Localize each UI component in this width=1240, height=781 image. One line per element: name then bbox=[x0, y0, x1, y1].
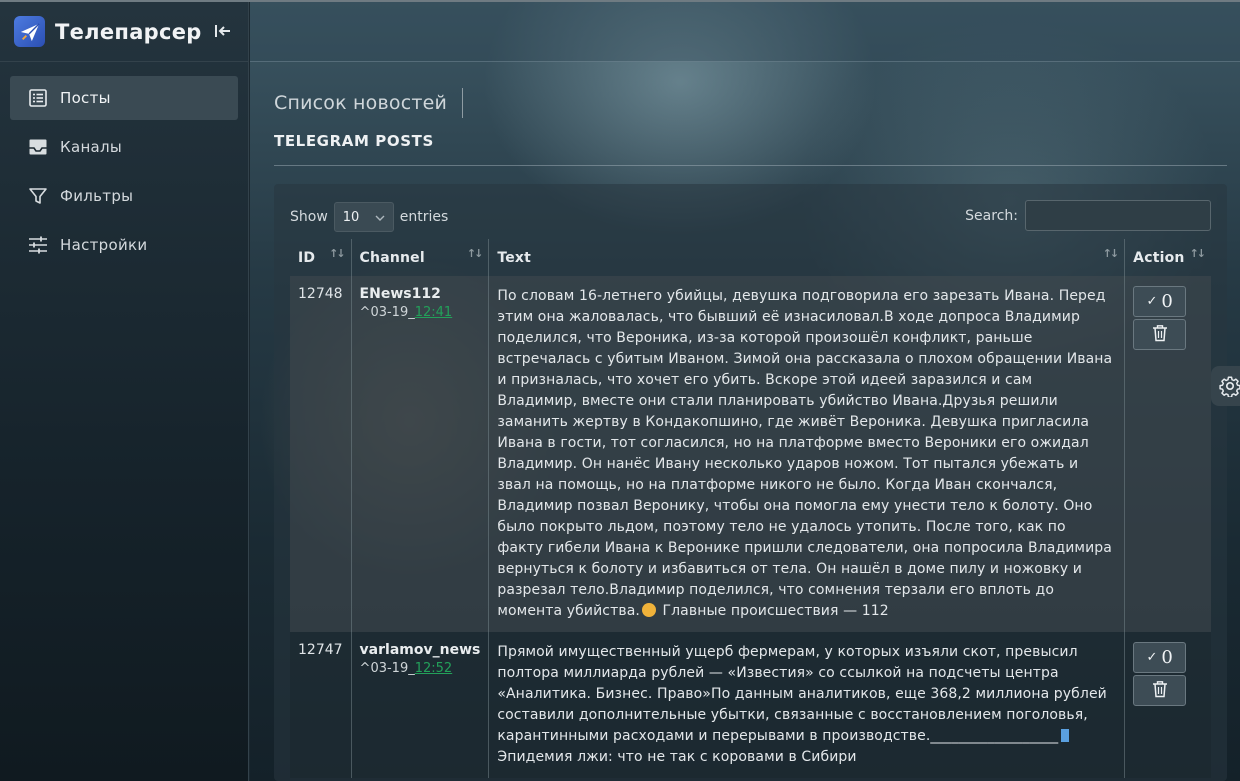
sidebar-item-posts[interactable]: Посты bbox=[10, 76, 238, 120]
top-border bbox=[0, 0, 1240, 2]
action-cell: ✓ 0 bbox=[1124, 632, 1211, 778]
post-text-cell: Прямой имущественный ущерб фермерам, у к… bbox=[488, 632, 1125, 778]
post-text: По словам 16-летнего убийцы, девушка под… bbox=[497, 288, 1113, 619]
sidebar: Телепарсер Посты Каналы Фильтры Настройк… bbox=[0, 2, 249, 781]
page-title: Список новостей bbox=[274, 92, 448, 114]
channel-name: varlamov_news bbox=[359, 642, 481, 658]
smiling-face-emoji-icon bbox=[641, 603, 656, 617]
post-date: ^03-19_12:41 bbox=[359, 305, 453, 320]
channel-cell: ENews112 ^03-19_12:41 bbox=[350, 276, 489, 632]
delete-button[interactable] bbox=[1133, 319, 1187, 350]
top-bar bbox=[250, 2, 1240, 62]
collapse-sidebar-icon[interactable] bbox=[212, 20, 234, 42]
post-date: ^03-19_12:52 bbox=[359, 661, 453, 676]
show-label: Show bbox=[290, 209, 328, 225]
search-label: Search: bbox=[965, 207, 1018, 224]
post-text-cell: По словам 16-летнего убийцы, девушка под… bbox=[488, 276, 1125, 632]
delete-button[interactable] bbox=[1133, 675, 1187, 706]
inbox-icon bbox=[27, 136, 49, 158]
column-header-channel[interactable]: Channel ↑↓ bbox=[350, 239, 489, 276]
page-header: Список новостей bbox=[274, 88, 464, 118]
post-time-link[interactable]: 12:52 bbox=[415, 661, 452, 676]
sort-icon: ↑↓ bbox=[329, 247, 346, 260]
sidebar-item-label: Фильтры bbox=[60, 187, 134, 205]
action-cell: ✓ 0 bbox=[1124, 276, 1211, 632]
approve-button[interactable]: ✓ 0 bbox=[1133, 642, 1187, 673]
sort-icon: ↑↓ bbox=[1189, 247, 1207, 260]
gear-icon[interactable] bbox=[1211, 366, 1240, 406]
section-title: TELEGRAM POSTS bbox=[274, 132, 1227, 166]
post-text: Прямой имущественный ущерб фермерам, у к… bbox=[497, 644, 1107, 765]
posts-table: ID ↑↓ Channel ↑↓ Text ↑↓ Action ↑↓ 12748 ENe… bbox=[290, 239, 1211, 778]
sidebar-item-label: Каналы bbox=[60, 138, 123, 156]
column-header-action[interactable]: Action ↑↓ bbox=[1124, 239, 1211, 276]
sliders-icon bbox=[27, 234, 49, 256]
sidebar-item-label: Посты bbox=[60, 89, 111, 107]
main-content: Список новостей TELEGRAM POSTS Show 10 e… bbox=[250, 2, 1240, 781]
table-header-row: ID ↑↓ Channel ↑↓ Text ↑↓ Action ↑↓ bbox=[290, 239, 1211, 276]
app-title: Телепарсер bbox=[55, 19, 202, 44]
paper-plane-icon bbox=[14, 16, 45, 47]
filter-icon bbox=[27, 185, 49, 207]
post-time-link[interactable]: 12:41 bbox=[415, 305, 452, 320]
column-header-id[interactable]: ID ↑↓ bbox=[290, 239, 351, 276]
check-icon: ✓ bbox=[1146, 294, 1158, 309]
post-id: 12747 bbox=[290, 632, 352, 778]
channel-name: ENews112 bbox=[359, 286, 441, 302]
trash-icon bbox=[1152, 680, 1168, 702]
sidebar-item-filters[interactable]: Фильтры bbox=[10, 174, 238, 218]
sidebar-item-label: Настройки bbox=[60, 236, 148, 254]
chevron-down-icon bbox=[375, 210, 385, 225]
sort-icon: ↑↓ bbox=[466, 247, 484, 260]
channel-cell: varlamov_news ^03-19_12:52 bbox=[350, 632, 489, 778]
header-divider bbox=[462, 88, 464, 118]
search-input[interactable] bbox=[1025, 200, 1211, 231]
length-control: Show 10 entries bbox=[290, 202, 448, 232]
brand[interactable]: Телепарсер bbox=[0, 2, 248, 62]
post-id: 12748 bbox=[290, 276, 352, 632]
search-control: Search: bbox=[965, 200, 1211, 231]
blue-book-emoji-icon bbox=[1061, 729, 1070, 742]
approve-button[interactable]: ✓ 0 bbox=[1133, 286, 1187, 317]
sidebar-item-settings[interactable]: Настройки bbox=[10, 223, 238, 267]
trash-icon bbox=[1152, 324, 1168, 346]
sidebar-item-channels[interactable]: Каналы bbox=[10, 125, 238, 169]
check-icon: ✓ bbox=[1146, 650, 1158, 665]
entries-select[interactable]: 10 bbox=[333, 202, 394, 232]
column-header-text[interactable]: Text ↑↓ bbox=[488, 239, 1125, 276]
entries-label: entries bbox=[399, 209, 449, 225]
sort-icon: ↑↓ bbox=[1102, 247, 1120, 260]
table-row: 12748 ENews112 ^03-19_12:41 По словам 16… bbox=[290, 276, 1211, 632]
entries-value: 10 bbox=[342, 209, 360, 225]
table-row: 12747 varlamov_news ^03-19_12:52 Прямой … bbox=[290, 632, 1211, 778]
list-icon bbox=[27, 87, 49, 109]
posts-table-card: Show 10 entries Search: ID↑↓ Channel↑↓ bbox=[274, 184, 1227, 781]
sidebar-nav: Посты Каналы Фильтры Настройки bbox=[0, 76, 248, 267]
